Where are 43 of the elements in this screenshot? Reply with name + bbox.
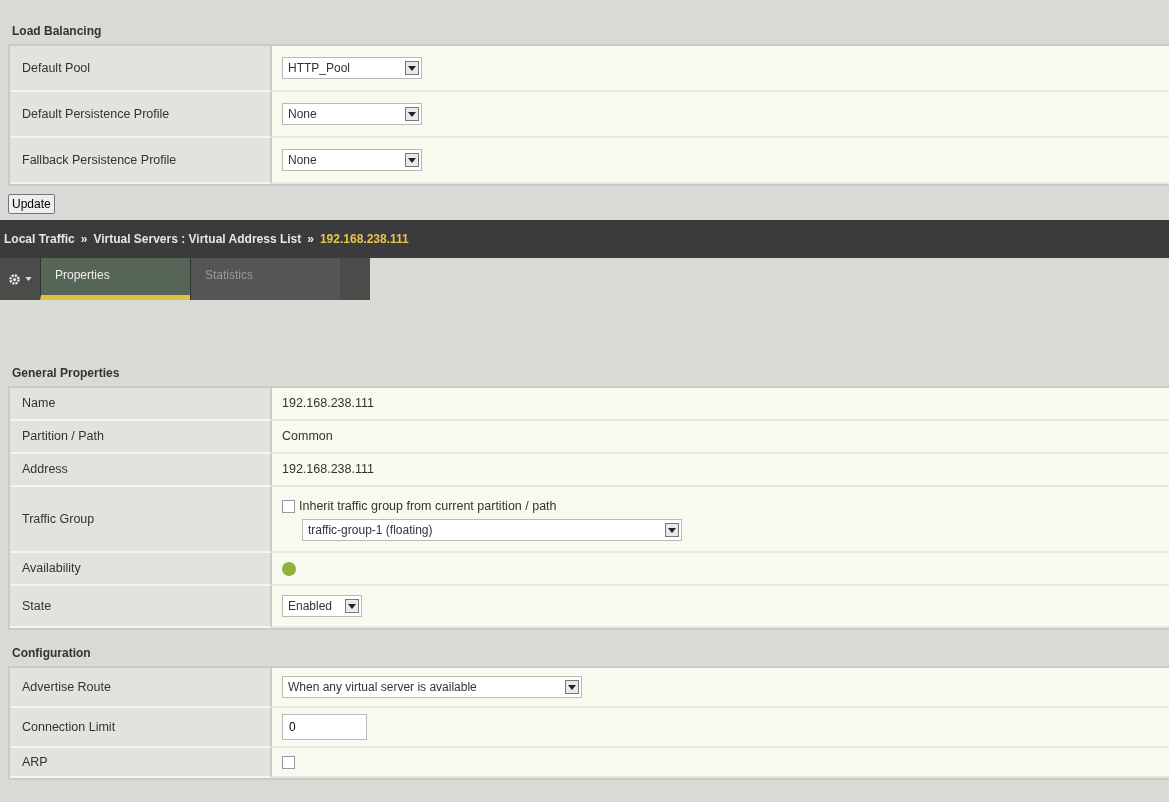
field-label: Default Persistence Profile bbox=[10, 92, 272, 138]
field-label: Advertise Route bbox=[10, 668, 272, 708]
field-label: Default Pool bbox=[10, 46, 272, 92]
caret-icon[interactable] bbox=[25, 277, 32, 281]
breadcrumb-separator: » bbox=[307, 231, 314, 248]
dropdown[interactable]: When any virtual server is available bbox=[282, 676, 582, 698]
breadcrumb-link[interactable]: Virtual Servers : Virtual Address List bbox=[93, 230, 302, 248]
section-title: Configuration bbox=[11, 645, 92, 662]
caret-icon bbox=[345, 599, 359, 613]
caret-icon bbox=[405, 61, 419, 75]
dropdown[interactable]: traffic-group-1 (floating) bbox=[302, 519, 682, 542]
caret-icon bbox=[665, 523, 679, 538]
field-label: State bbox=[10, 586, 272, 628]
caret-icon bbox=[565, 680, 579, 694]
dropdown[interactable]: HTTP_Pool bbox=[282, 57, 422, 79]
field-label: ARP bbox=[10, 748, 272, 778]
settings-icon[interactable] bbox=[8, 272, 21, 286]
section-title: Load Balancing bbox=[11, 23, 103, 40]
breadcrumb-separator: » bbox=[80, 231, 88, 248]
dropdown[interactable]: None bbox=[282, 103, 422, 125]
input-field[interactable]: 0 bbox=[282, 714, 367, 740]
field-label: Availability bbox=[10, 553, 272, 586]
field-label: Traffic Group bbox=[10, 487, 272, 553]
dropdown[interactable]: None bbox=[282, 149, 422, 171]
field-value: 192.168.238.111 bbox=[282, 395, 374, 413]
field-value: Common bbox=[282, 428, 333, 446]
field-label: Name bbox=[10, 388, 272, 421]
checkbox[interactable] bbox=[282, 755, 295, 769]
caret-icon bbox=[405, 107, 419, 121]
tab[interactable]: Properties bbox=[40, 258, 190, 300]
breadcrumb-link[interactable]: Local Traffic bbox=[4, 230, 75, 248]
checkbox[interactable] bbox=[282, 499, 295, 513]
field-label: Connection Limit bbox=[10, 708, 272, 748]
caret-icon bbox=[405, 153, 419, 167]
field-value: 192.168.238.111 bbox=[282, 461, 374, 479]
section-title: General Properties bbox=[11, 365, 121, 382]
breadcrumb-current: 192.168.238.111 bbox=[319, 231, 409, 248]
field-label: Partition / Path bbox=[10, 421, 272, 454]
checkbox-label: Inherit traffic group from current partition / path bbox=[299, 497, 557, 515]
dropdown[interactable]: Enabled bbox=[282, 595, 362, 617]
update-button[interactable]: Update bbox=[8, 194, 55, 214]
field-label: Address bbox=[10, 454, 272, 487]
field-label: Fallback Persistence Profile bbox=[10, 138, 272, 184]
